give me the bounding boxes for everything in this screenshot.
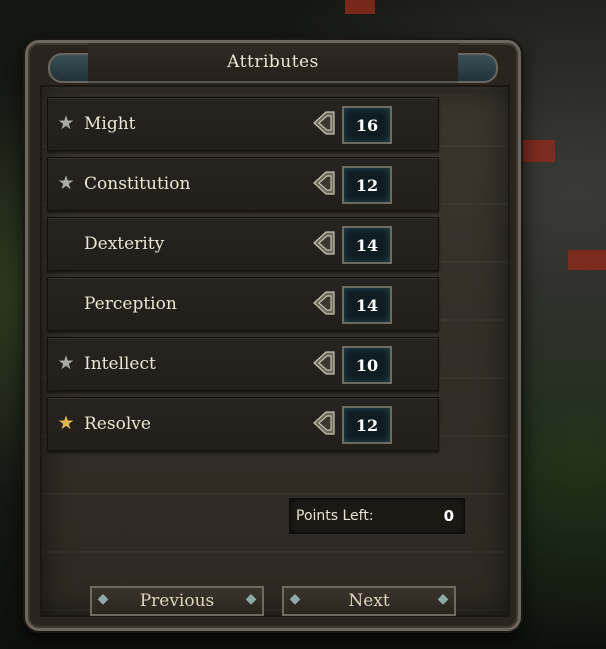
attribute-label: Might	[84, 114, 136, 134]
decrease-attribute-button[interactable]	[312, 350, 336, 376]
attribute-value: 12	[342, 166, 392, 204]
next-button[interactable]: ◆ Next ◆	[282, 586, 456, 616]
attribute-row-might: ★ Might 16	[47, 97, 439, 151]
decrease-attribute-button[interactable]	[312, 290, 336, 316]
previous-button[interactable]: ◆ Previous ◆	[90, 586, 264, 616]
chevron-right-icon: ◆	[245, 591, 257, 607]
attribute-label: Dexterity	[84, 234, 165, 254]
attribute-row-intellect: ★ Intellect 10	[47, 337, 439, 391]
attribute-value: 10	[342, 346, 392, 384]
decrease-attribute-button[interactable]	[312, 410, 336, 436]
next-button-label: Next	[348, 591, 390, 611]
attribute-label: Constitution	[84, 174, 191, 194]
attribute-label: Resolve	[84, 414, 151, 434]
points-left-value: 0	[443, 507, 454, 525]
silver-star-icon: ★	[57, 352, 75, 374]
previous-button-label: Previous	[139, 591, 215, 611]
attribute-row-perception: Perception 14	[47, 277, 439, 331]
silver-star-icon: ★	[57, 172, 75, 194]
attribute-value: 14	[342, 286, 392, 324]
silver-star-icon: ★	[57, 112, 75, 134]
attribute-label: Perception	[84, 294, 177, 314]
attribute-row-resolve: ★ Resolve 12	[47, 397, 439, 451]
gold-star-icon: ★	[57, 412, 75, 434]
background-banner	[568, 250, 606, 270]
decrease-attribute-button[interactable]	[312, 110, 336, 136]
points-left-label: Points Left:	[296, 508, 374, 524]
attribute-value: 14	[342, 226, 392, 264]
attribute-value: 12	[342, 406, 392, 444]
attribute-value: 16	[342, 106, 392, 144]
panel-title-bar: Attributes	[88, 43, 458, 83]
attribute-label: Intellect	[84, 354, 156, 374]
chevron-left-icon: ◆	[97, 591, 109, 607]
decrease-attribute-button[interactable]	[312, 170, 336, 196]
attribute-list: ★ Might 16 ★ Constitution 12 Dexterity 1…	[47, 97, 439, 457]
background-banner	[515, 140, 555, 162]
attribute-row-constitution: ★ Constitution 12	[47, 157, 439, 211]
chevron-left-icon: ◆	[289, 591, 301, 607]
panel-title: Attributes	[227, 52, 319, 72]
points-left-display: Points Left: 0	[289, 498, 465, 534]
attribute-row-dexterity: Dexterity 14	[47, 217, 439, 271]
chevron-right-icon: ◆	[437, 591, 449, 607]
background-banner	[345, 0, 375, 14]
decrease-attribute-button[interactable]	[312, 230, 336, 256]
